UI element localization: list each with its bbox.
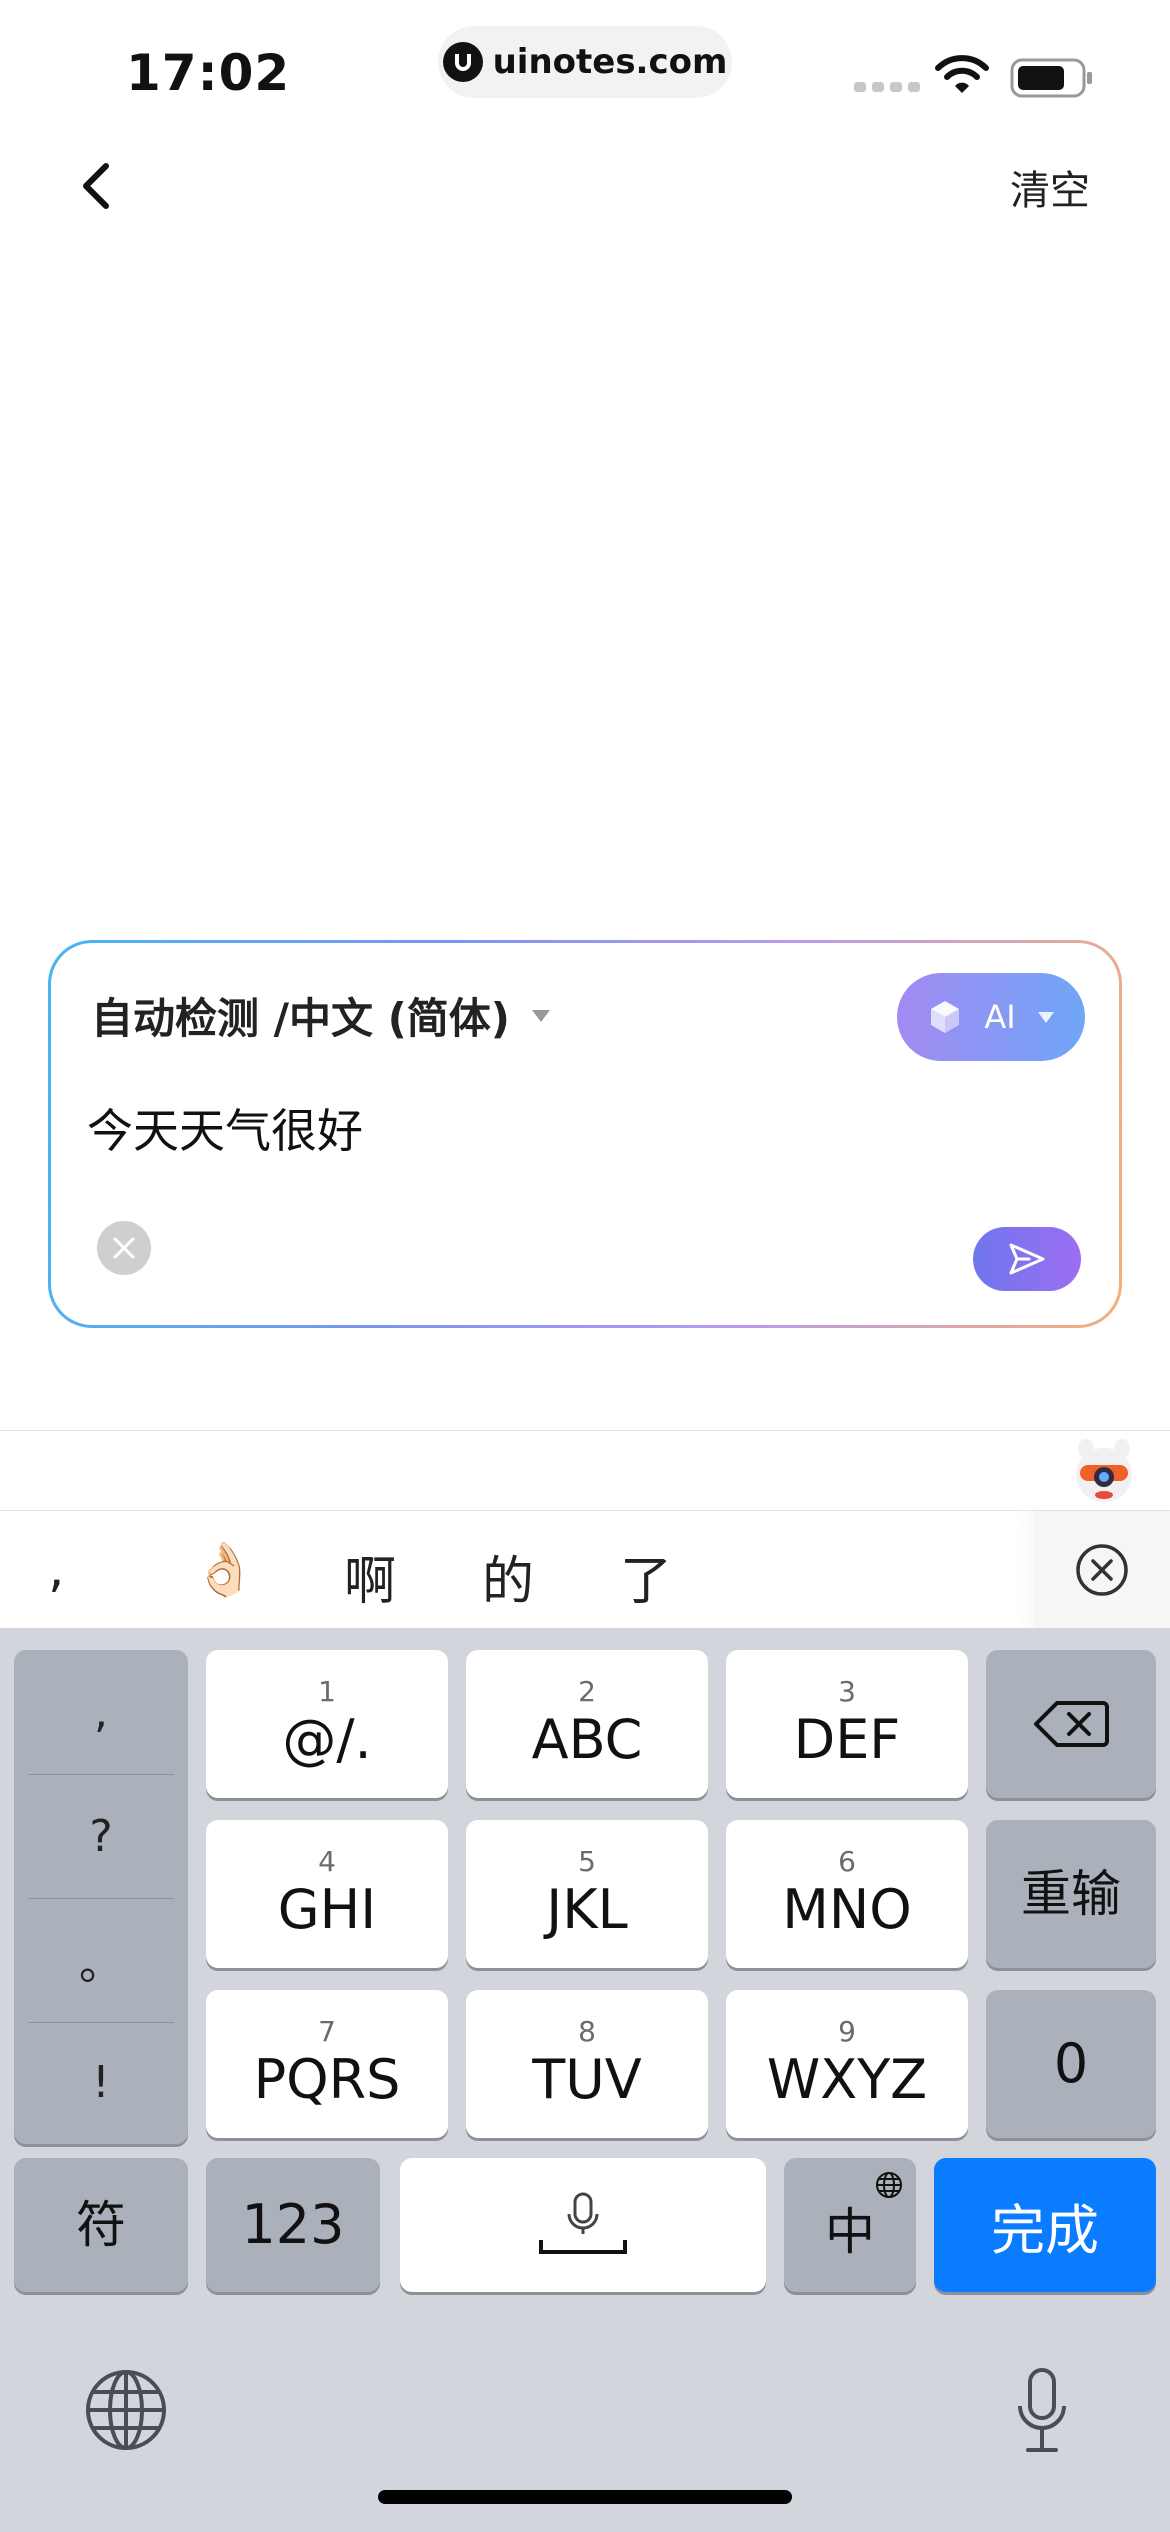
keyboard: , ? 。 ! 1 @/. 2 ABC 3 DEF 4 GHI 5 JKL 6 … (0, 1628, 1170, 2532)
site-logo-icon (442, 42, 483, 82)
clear-input-button[interactable] (97, 1221, 151, 1275)
globe-small-icon (876, 2172, 902, 2198)
space-key[interactable] (400, 2158, 766, 2292)
send-button[interactable] (973, 1227, 1081, 1291)
key-7[interactable]: 7 PQRS (206, 1990, 448, 2138)
punct-period-key[interactable]: 。 (14, 1898, 188, 2022)
language-label: 自动检测 /中文 (简体) (91, 994, 510, 1043)
space-mic-icon (539, 2192, 627, 2254)
key-3[interactable]: 3 DEF (726, 1650, 968, 1798)
back-button[interactable] (66, 150, 126, 220)
symbols-key[interactable]: 符 (14, 2158, 188, 2292)
url-pill: uinotes.com (438, 26, 732, 98)
microphone-icon[interactable] (1012, 2366, 1072, 2456)
key-4[interactable]: 4 GHI (206, 1820, 448, 1968)
ai-mode-button[interactable]: AI (897, 973, 1085, 1061)
clear-button[interactable]: 清空 (1010, 158, 1090, 216)
home-indicator (378, 2490, 792, 2504)
url-text: uinotes.com (492, 42, 728, 82)
candidate-item[interactable]: 👌🏻 (192, 1539, 257, 1600)
status-bar: 17:02 uinotes.com (0, 0, 1170, 140)
collapse-candidates-button[interactable] (1034, 1511, 1170, 1629)
key-5[interactable]: 5 JKL (466, 1820, 708, 1968)
punct-comma-key[interactable]: , (14, 1650, 188, 1774)
mascot-icon[interactable] (1072, 1437, 1136, 1505)
caret-down-icon (1037, 1011, 1054, 1023)
key-1[interactable]: 1 @/. (206, 1650, 448, 1798)
wifi-icon (935, 55, 989, 93)
key-8[interactable]: 8 TUV (466, 1990, 708, 2138)
key-2[interactable]: 2 ABC (466, 1650, 708, 1798)
backspace-key[interactable] (986, 1650, 1156, 1798)
battery-icon (1010, 58, 1092, 98)
language-selector[interactable]: 自动检测 /中文 (简体) (91, 985, 550, 1046)
punct-question-key[interactable]: ? (14, 1774, 188, 1898)
numbers-key[interactable]: 123 (206, 2158, 380, 2292)
cellular-signal-icon (854, 82, 920, 92)
language-switch-key[interactable]: 中 (784, 2158, 916, 2292)
caret-down-icon (531, 1009, 550, 1022)
candidate-item[interactable]: 啊 (344, 1539, 396, 1614)
send-icon (1009, 1243, 1045, 1275)
translation-input-card: 自动检测 /中文 (简体) AI 今天天气很好 (48, 940, 1122, 1328)
key-0[interactable]: 0 (986, 1990, 1156, 2138)
keyboard-accessory-bar (0, 1430, 1170, 1510)
ai-label: AI (984, 998, 1016, 1036)
punct-exclaim-key[interactable]: ! (14, 2020, 188, 2144)
candidate-item[interactable]: , (48, 1539, 65, 1599)
close-circle-icon (1076, 1544, 1128, 1596)
cube-icon (931, 1001, 960, 1033)
chevron-left-icon (83, 163, 109, 209)
candidate-bar: , 👌🏻 啊 的 了 (0, 1510, 1170, 1629)
key-9[interactable]: 9 WXYZ (726, 1990, 968, 2138)
punctuation-column: , ? 。 ! (14, 1650, 188, 2144)
done-key[interactable]: 完成 (934, 2158, 1156, 2292)
candidate-item[interactable]: 了 (620, 1539, 672, 1614)
globe-icon[interactable] (84, 2368, 168, 2452)
source-text-input[interactable]: 今天天气很好 (87, 1095, 363, 1161)
reenter-key[interactable]: 重输 (986, 1820, 1156, 1968)
backspace-icon (1034, 1701, 1109, 1747)
key-6[interactable]: 6 MNO (726, 1820, 968, 1968)
close-icon (113, 1237, 135, 1259)
candidate-item[interactable]: 的 (482, 1539, 534, 1614)
status-time: 17:02 (126, 44, 291, 102)
